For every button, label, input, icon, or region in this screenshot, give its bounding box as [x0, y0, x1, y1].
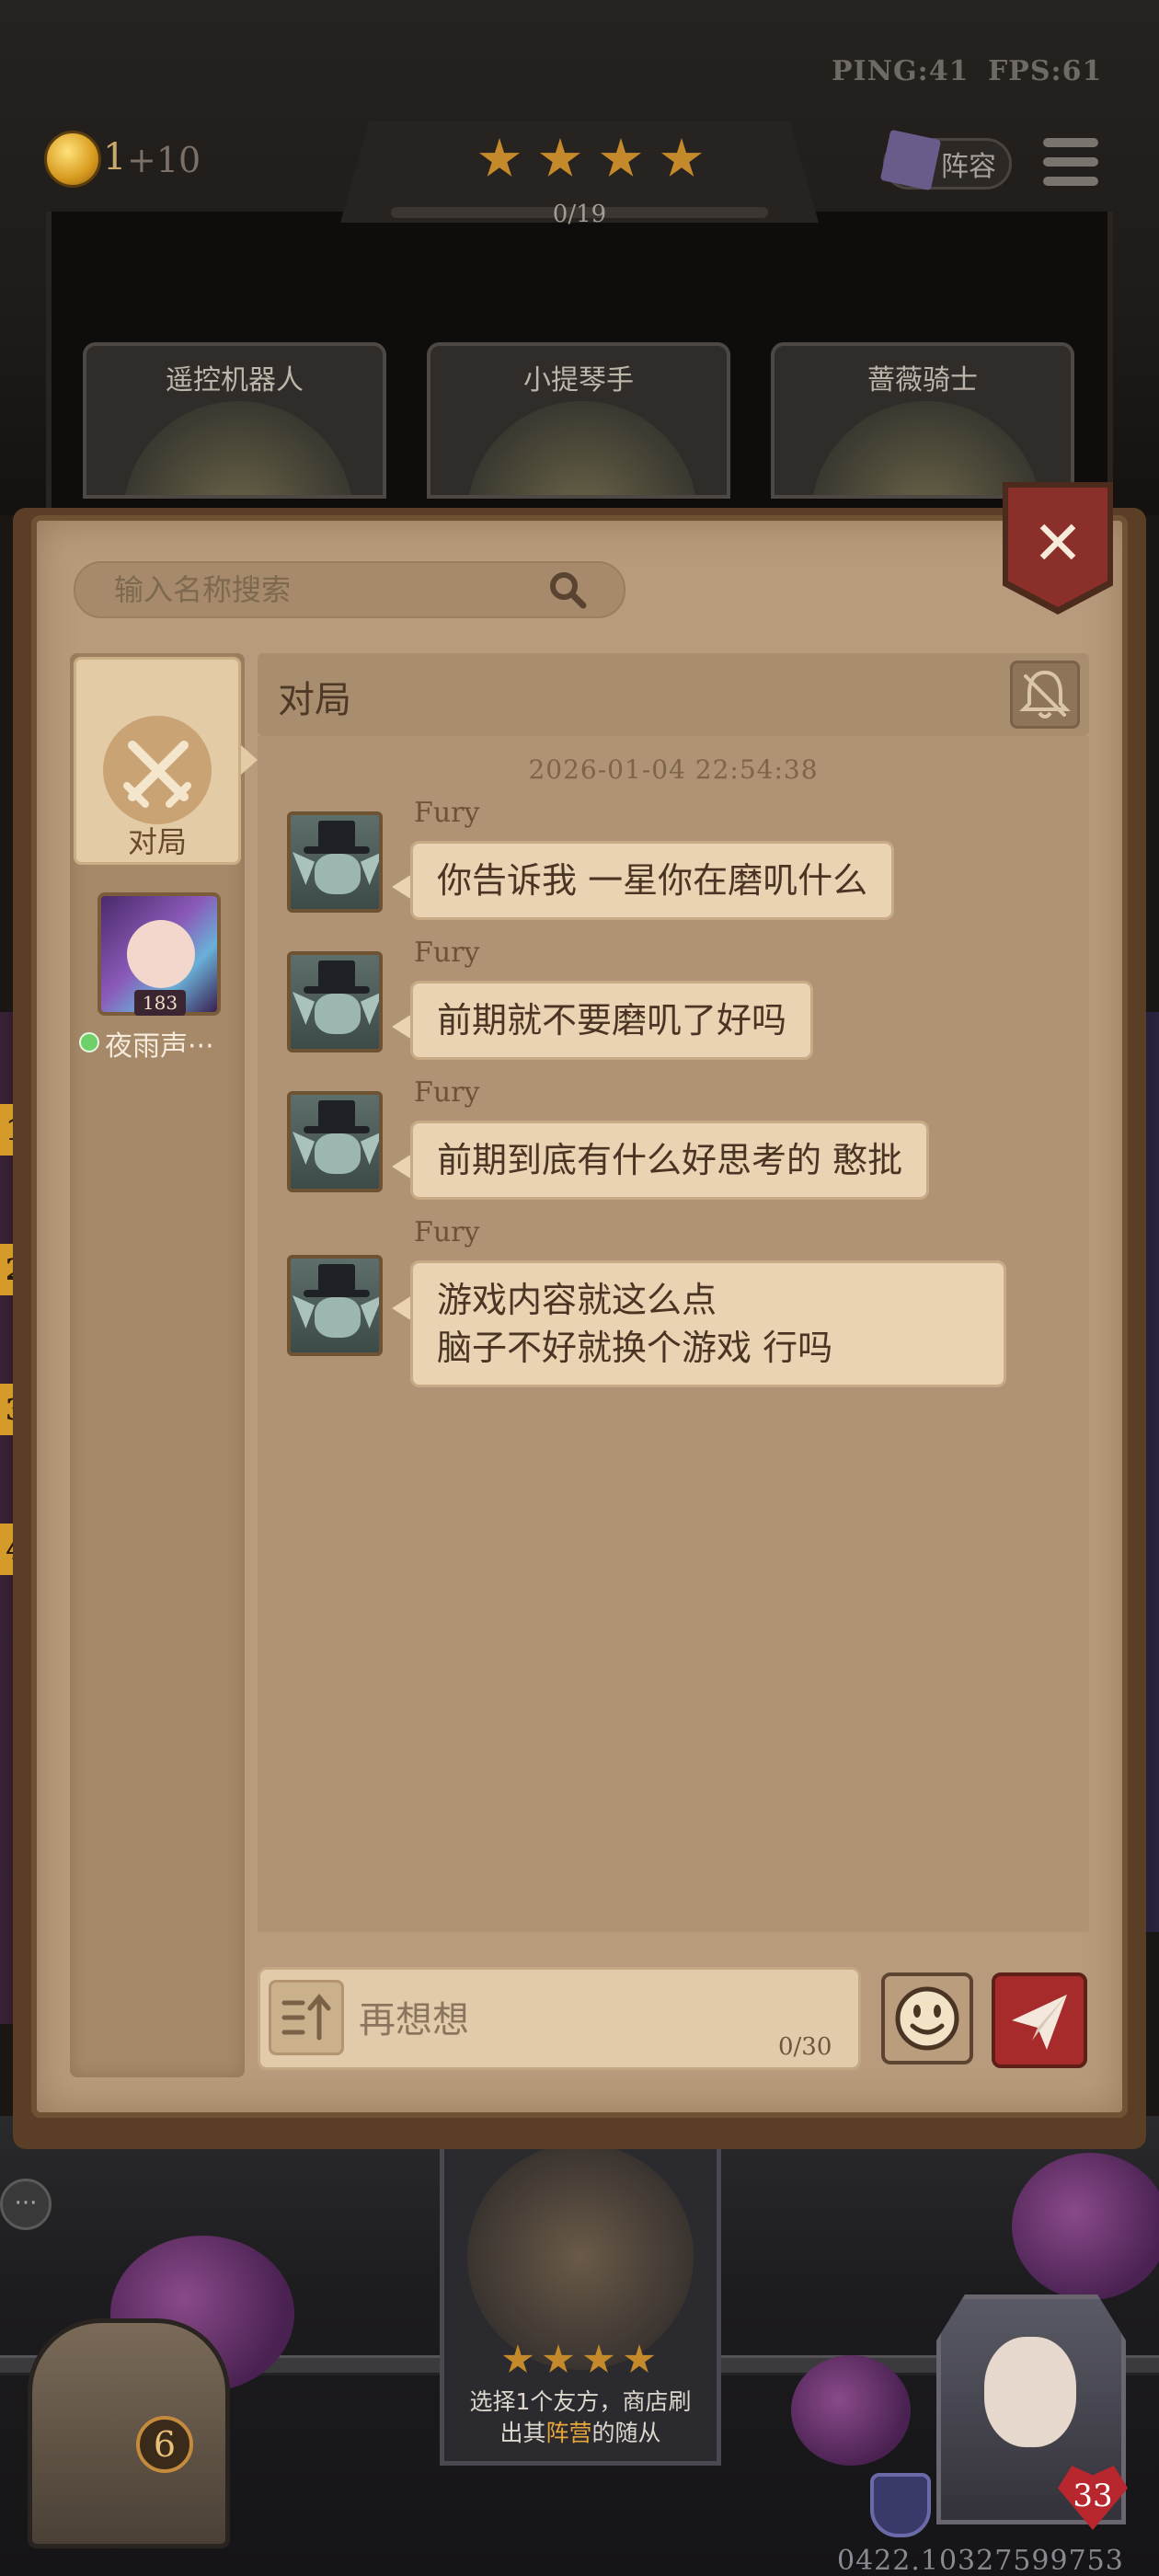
shop-card-name: 小提琴手	[523, 364, 634, 397]
star-icon	[502, 2344, 534, 2373]
search-input[interactable]	[114, 572, 546, 607]
sender-name: Fury	[414, 937, 480, 969]
chat-sidebar	[70, 653, 245, 2077]
chat-bubble-icon[interactable]: ···	[0, 2179, 52, 2230]
rose-decoration	[1012, 2153, 1159, 2300]
star-icon	[600, 138, 642, 177]
shop-card-name: 蔷薇骑士	[867, 364, 978, 397]
bell-muted-icon	[1019, 670, 1071, 719]
lineup-label: 阵容	[941, 151, 996, 183]
message-text: 前期到底有什么好思考的 憨批	[437, 1140, 903, 1180]
expand-input-button[interactable]	[269, 1980, 344, 2055]
star-icon	[478, 138, 521, 177]
ping-readout: PING:41	[832, 55, 970, 87]
message-text: 游戏内容就这么点	[437, 1280, 717, 1320]
char-count: 0/30	[778, 2033, 832, 2061]
gold-amount: 1	[103, 136, 127, 178]
shop-card-art	[467, 401, 697, 495]
sender-name: Fury	[414, 1216, 480, 1248]
star-icon	[660, 138, 703, 177]
shop-card[interactable]: 遥控机器人	[83, 342, 386, 499]
star-icon	[583, 2344, 614, 2373]
close-icon: ✕	[1032, 508, 1084, 579]
contact-level-badge: 183	[134, 990, 186, 1016]
sender-name: Fury	[414, 797, 480, 829]
gold-income: +10	[127, 140, 201, 180]
treasure-chest-icon[interactable]	[28, 2318, 230, 2548]
message-bubble[interactable]: 前期就不要磨叽了好吗	[410, 981, 814, 1060]
fps-readout: FPS:61	[988, 55, 1103, 87]
lineup-book-icon	[879, 129, 942, 191]
contact-face	[127, 920, 195, 988]
chat-header	[258, 653, 1089, 736]
mute-notifications-button[interactable]	[1010, 661, 1080, 729]
message-text: 脑子不好就换个游戏 行吗	[437, 1328, 833, 1368]
sender-avatar[interactable]	[287, 1255, 383, 1356]
sender-avatar[interactable]	[287, 811, 383, 913]
hero-power-description: 选择1个友方，商店刷出其阵营的随从	[460, 2386, 701, 2449]
player-face	[984, 2337, 1076, 2447]
message-text: 你告诉我 一星你在磨叽什么	[437, 860, 868, 901]
menu-icon[interactable]	[1043, 138, 1098, 186]
star-icon	[539, 138, 581, 177]
message-bubble[interactable]: 你告诉我 一星你在磨叽什么	[410, 841, 895, 920]
smiley-icon	[895, 1986, 959, 2051]
expand-input-icon	[281, 1994, 331, 2041]
star-icon	[543, 2344, 574, 2373]
message-timestamp: 2026-01-04 22:54:38	[528, 754, 819, 785]
hero-power-stars	[502, 2344, 655, 2375]
hero-desc-highlight: 阵营	[545, 2420, 592, 2446]
shop-card[interactable]: 蔷薇骑士	[771, 342, 1074, 499]
sender-avatar[interactable]	[287, 951, 383, 1052]
hero-power-art	[467, 2144, 694, 2370]
tab-match-label: 对局	[127, 824, 187, 859]
shop-card[interactable]: 小提琴手	[427, 342, 730, 499]
rose-decoration	[791, 2355, 911, 2466]
shop-card-art	[123, 401, 353, 495]
shield-icon	[870, 2473, 931, 2537]
search-icon[interactable]	[546, 569, 589, 611]
hero-desc-text-end: 的随从	[591, 2420, 661, 2446]
sender-avatar[interactable]	[287, 1091, 383, 1192]
crossed-swords-icon	[103, 716, 212, 824]
sender-name: Fury	[414, 1076, 480, 1109]
exp-text: 0/19	[552, 201, 607, 228]
search-box	[74, 561, 625, 618]
send-icon	[1012, 1995, 1067, 2050]
message-text: 前期就不要磨叽了好吗	[437, 1000, 787, 1041]
contact-name[interactable]: 夜雨声···	[105, 1023, 243, 1064]
send-button[interactable]	[992, 1972, 1087, 2068]
star-icon	[624, 2344, 655, 2373]
chest-count: 6	[136, 2416, 193, 2473]
game-id: 0422.10327599753	[837, 2545, 1124, 2576]
emoji-button[interactable]	[881, 1972, 973, 2064]
shop-card-name: 遥控机器人	[166, 364, 304, 397]
message-bubble[interactable]: 游戏内容就这么点 脑子不好就换个游戏 行吗	[410, 1260, 1006, 1387]
message-input[interactable]	[359, 1993, 754, 2048]
chat-title: 对局	[278, 679, 351, 721]
online-status-icon	[79, 1032, 99, 1052]
tavern-level-stars	[478, 138, 703, 180]
message-bubble[interactable]: 前期到底有什么好思考的 憨批	[410, 1121, 930, 1200]
gold-coin-icon	[44, 131, 101, 188]
